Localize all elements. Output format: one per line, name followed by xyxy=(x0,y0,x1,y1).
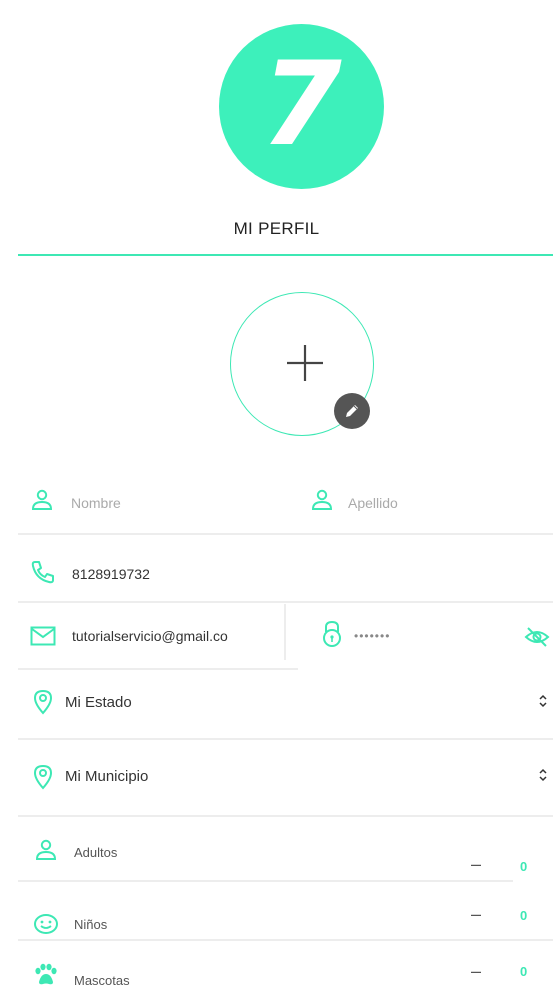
email-field[interactable]: tutorialservicio@gmail.c⁠o xyxy=(72,628,250,644)
adultos-label: Adultos xyxy=(74,845,118,860)
smile-icon xyxy=(33,913,59,935)
adultos-decrement-button[interactable]: – xyxy=(471,854,481,875)
phone-field[interactable]: 8128919732 xyxy=(72,566,150,582)
logo-number: 7 xyxy=(261,36,342,172)
mail-icon xyxy=(30,626,56,646)
adultos-count: 0 xyxy=(520,859,528,874)
divider xyxy=(18,815,553,817)
mascotas-count: 0 xyxy=(520,964,528,979)
mascotas-decrement-button[interactable]: – xyxy=(471,961,481,982)
vertical-divider xyxy=(284,604,286,660)
lock-icon xyxy=(321,620,343,648)
municipio-select[interactable]: Mi Municipio xyxy=(65,768,148,785)
apellido-field[interactable]: Apellido xyxy=(348,495,398,511)
user-icon xyxy=(310,488,334,512)
paw-icon xyxy=(33,963,59,987)
divider xyxy=(18,880,513,882)
eye-off-icon[interactable] xyxy=(524,626,550,648)
nombre-field[interactable]: Nombre xyxy=(71,495,121,511)
divider xyxy=(18,601,553,603)
app-logo: 7 xyxy=(219,24,384,189)
title-divider xyxy=(18,254,553,256)
pencil-icon xyxy=(346,405,358,417)
ninos-count: 0 xyxy=(520,908,528,923)
chevron-updown-icon[interactable] xyxy=(538,694,548,713)
user-icon xyxy=(34,838,58,862)
ninos-decrement-button[interactable]: – xyxy=(471,904,481,925)
divider xyxy=(18,939,553,941)
user-icon xyxy=(30,488,54,512)
phone-icon xyxy=(30,559,56,585)
divider xyxy=(18,668,298,670)
estado-select[interactable]: Mi Estado xyxy=(65,694,132,711)
divider xyxy=(18,738,553,740)
location-pin-icon xyxy=(33,764,53,790)
location-pin-icon xyxy=(33,689,53,715)
password-field[interactable]: ••••••• xyxy=(354,629,390,643)
chevron-updown-icon[interactable] xyxy=(538,768,548,787)
plus-icon xyxy=(287,345,323,381)
edit-avatar-button[interactable] xyxy=(334,393,370,429)
mascotas-label: Mascotas xyxy=(74,973,130,988)
page-title: MI PERFIL xyxy=(233,219,320,238)
divider xyxy=(18,533,553,535)
ninos-label: Niños xyxy=(74,917,108,932)
